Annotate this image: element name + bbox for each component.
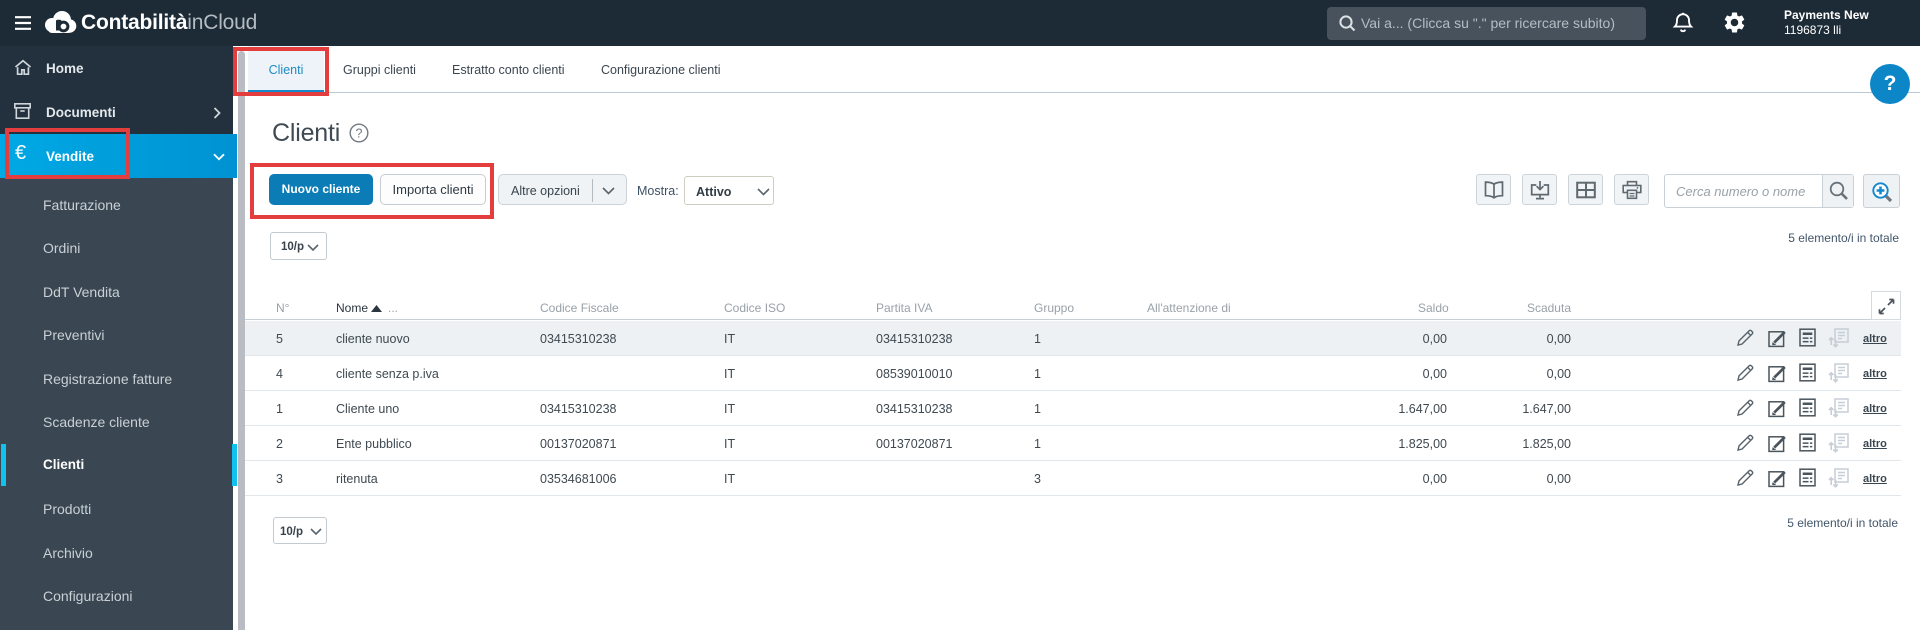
svg-text:?: ? — [356, 126, 363, 140]
